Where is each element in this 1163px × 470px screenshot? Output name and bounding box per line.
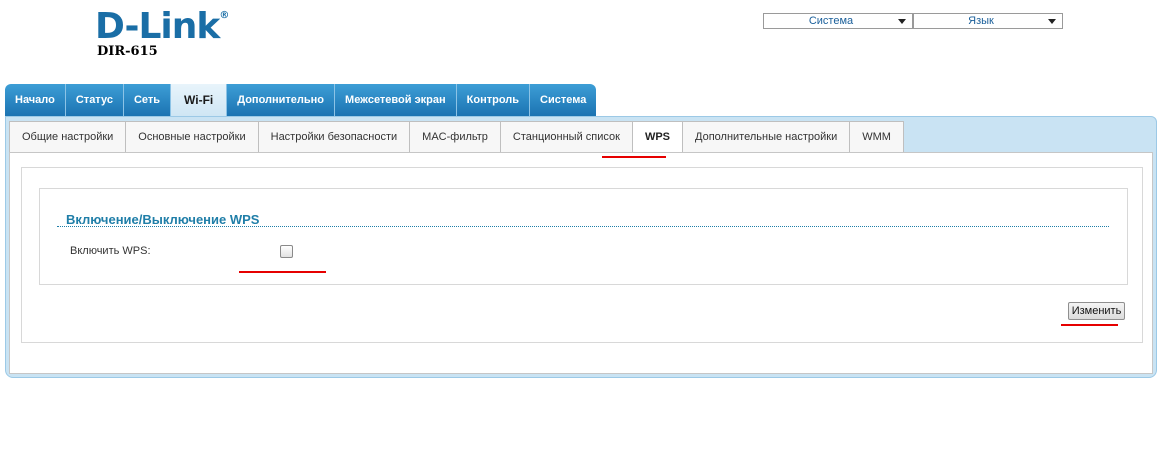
tab-network[interactable]: Сеть (123, 84, 172, 116)
model-name: DIR-615 (97, 44, 158, 59)
subtab-basic[interactable]: Основные настройки (125, 121, 259, 152)
sub-tab-bar: Общие настройки Основные настройки Настр… (9, 121, 904, 152)
annotation-underline-wps-tab (602, 156, 666, 158)
system-select-value: Система (808, 15, 854, 27)
tab-control[interactable]: Контроль (456, 84, 531, 116)
tab-start[interactable]: Начало (5, 84, 66, 116)
dlink-logo: D-Link® (95, 6, 229, 47)
subtab-additional[interactable]: Дополнительные настройки (682, 121, 851, 152)
annotation-underline-change-button (1061, 324, 1118, 326)
logo-mark: ® (219, 10, 229, 21)
enable-wps-label: Включить WPS: (70, 245, 151, 257)
section-divider (57, 226, 1109, 227)
subtab-security[interactable]: Настройки безопасности (257, 121, 411, 152)
chevron-down-icon (898, 18, 906, 24)
main-tab-bar: Начало Статус Сеть Wi-Fi Дополнительно М… (5, 84, 597, 116)
subtab-mac-filter[interactable]: MAC-фильтр (409, 121, 501, 152)
tab-system[interactable]: Система (530, 84, 597, 116)
section-title: Включение/Выключение WPS (66, 212, 260, 227)
subtab-general[interactable]: Общие настройки (9, 121, 127, 152)
subtab-wps[interactable]: WPS (631, 121, 684, 152)
wifi-panel: Общие настройки Основные настройки Настр… (5, 116, 1157, 378)
tab-wifi[interactable]: Wi-Fi (171, 84, 228, 116)
tab-status[interactable]: Статус (65, 84, 124, 116)
tab-advanced[interactable]: Дополнительно (227, 84, 336, 116)
content-area: Включение/Выключение WPS Изменить (9, 152, 1153, 374)
logo-text: D-Link (95, 6, 220, 47)
subtab-station-list[interactable]: Станционный список (499, 121, 633, 152)
tab-firewall[interactable]: Межсетевой экран (335, 84, 457, 116)
system-select[interactable]: Система (763, 13, 913, 29)
language-select-value: Язык (968, 15, 994, 27)
enable-wps-checkbox[interactable] (280, 245, 293, 258)
change-button[interactable]: Изменить (1068, 302, 1125, 320)
language-select[interactable]: Язык (913, 13, 1063, 29)
settings-frame: Включение/Выключение WPS Изменить (21, 167, 1143, 343)
wps-section: Включение/Выключение WPS (39, 188, 1128, 285)
chevron-down-icon (1048, 18, 1056, 24)
annotation-underline-checkbox (239, 271, 326, 273)
subtab-wmm[interactable]: WMM (849, 121, 904, 152)
